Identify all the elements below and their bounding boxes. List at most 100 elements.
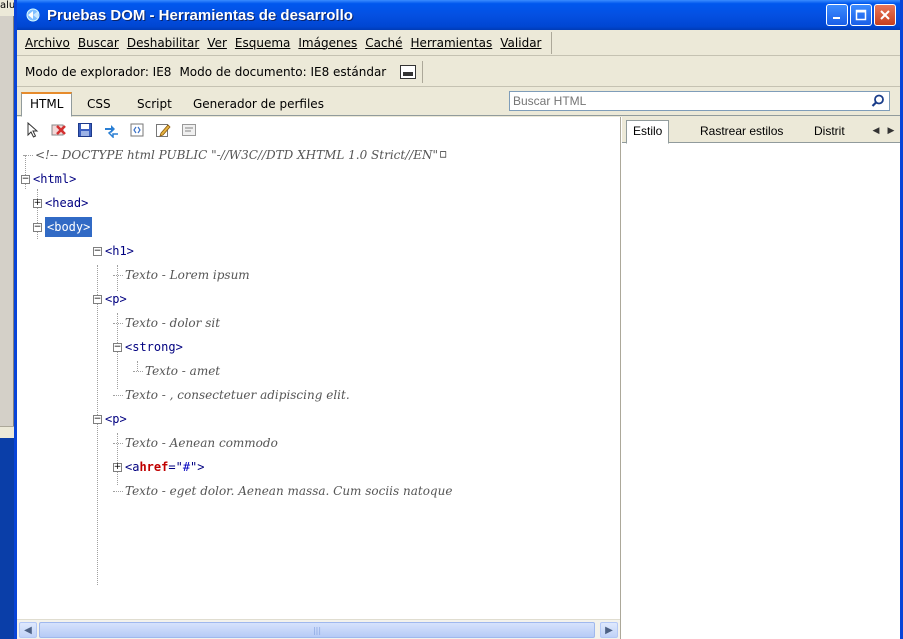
content-area: <!-- DOCTYPE html PUBLIC "-//W3C//DTD XH… — [17, 117, 900, 639]
search-input[interactable] — [510, 92, 850, 110]
title-bar[interactable]: Pruebas DOM - Herramientas de desarrollo — [17, 0, 900, 30]
clear-outline-icon[interactable] — [51, 122, 67, 138]
element-source-icon[interactable] — [129, 122, 145, 138]
tree-node-p2-text1[interactable]: Texto - Aenean commodo — [113, 433, 278, 453]
edit-icon[interactable] — [155, 122, 171, 138]
collapse-icon[interactable]: − — [21, 174, 30, 184]
tag-h1: <h1> — [105, 244, 134, 258]
scroll-right-icon[interactable]: ▶ — [600, 622, 618, 638]
attr-equals: =" — [168, 460, 183, 474]
collapse-icon[interactable]: − — [33, 222, 42, 232]
tree-node-strong-text[interactable]: Texto - amet — [133, 361, 220, 381]
close-icon — [880, 10, 890, 20]
expand-icon[interactable]: + — [33, 198, 42, 208]
collapse-icon[interactable]: − — [113, 342, 122, 352]
tree-node-head[interactable]: + <head> — [33, 193, 88, 213]
mode-separator — [422, 60, 424, 83]
collapse-icon[interactable]: − — [93, 294, 102, 304]
dom-tree: <!-- DOCTYPE html PUBLIC "-//W3C//DTD XH… — [17, 145, 620, 617]
document-mode-menu[interactable]: Modo de documento: IE8 estándar — [175, 65, 390, 79]
scroll-thumb[interactable]: ||| — [39, 622, 595, 638]
menu-separator — [551, 31, 553, 54]
tab-bar: HTML CSS Script Generador de perfiles — [17, 88, 900, 117]
maximize-button[interactable] — [850, 4, 872, 26]
ie-devtools-icon — [25, 7, 41, 23]
minimize-button[interactable] — [826, 4, 848, 26]
menu-ver[interactable]: Ver — [203, 36, 231, 50]
select-element-icon[interactable] — [25, 122, 41, 138]
minimize-icon — [833, 17, 840, 19]
tree-node-h1[interactable]: − <h1> — [93, 241, 134, 261]
truncation-box-icon: □ — [440, 149, 447, 160]
menu-bar: Archivo Buscar Deshabilitar Ver Esquema … — [17, 30, 900, 56]
horizontal-scrollbar[interactable]: ◀ ||| ▶ — [17, 619, 620, 639]
tag-html: <html> — [33, 172, 77, 186]
menu-imagenes[interactable]: Imágenes — [294, 36, 361, 50]
menu-buscar[interactable]: Buscar — [74, 36, 123, 50]
tag-a-open: <a — [125, 460, 140, 474]
menu-cache[interactable]: Caché — [361, 36, 406, 50]
text-node: Texto - Lorem ipsum — [125, 268, 250, 282]
tag-p: <p> — [105, 412, 127, 426]
style-tab-bar: Estilo Rastrear estilos Distrit ◀ ▶ — [622, 117, 900, 144]
tag-strong: <strong> — [125, 340, 183, 354]
tree-node-html[interactable]: − <html> — [21, 169, 76, 189]
tab-scroll-right-icon[interactable]: ▶ — [884, 124, 898, 138]
word-wrap-icon[interactable] — [181, 122, 197, 138]
dom-tree-pane: <!-- DOCTYPE html PUBLIC "-//W3C//DTD XH… — [17, 117, 621, 639]
collapse-icon[interactable]: − — [93, 246, 102, 256]
tree-node-doctype[interactable]: <!-- DOCTYPE html PUBLIC "-//W3C//DTD XH… — [23, 145, 446, 165]
tab-scroll-left-icon[interactable]: ◀ — [869, 124, 883, 138]
expand-icon[interactable]: + — [113, 462, 122, 472]
tab-distribucion[interactable]: Distrit — [808, 121, 851, 143]
tree-node-p2[interactable]: − <p> — [93, 409, 127, 429]
attr-value: # — [182, 460, 191, 474]
minimize-pane-icon[interactable] — [400, 64, 417, 79]
tree-node-h1-text[interactable]: Texto - Lorem ipsum — [113, 265, 250, 285]
menu-archivo[interactable]: Archivo — [21, 36, 74, 50]
tree-node-p1[interactable]: − <p> — [93, 289, 127, 309]
tree-node-body[interactable]: − <body> — [33, 217, 93, 237]
text-node: Texto - eget dolor. Aenean massa. Cum so… — [125, 484, 453, 498]
close-button[interactable] — [874, 4, 896, 26]
html-toolbar — [17, 117, 620, 143]
tag-head: <head> — [45, 196, 89, 210]
text-node: Texto - dolor sit — [125, 316, 221, 330]
tag-p: <p> — [105, 292, 127, 306]
devtools-window: Pruebas DOM - Herramientas de desarrollo… — [14, 0, 903, 639]
text-node: Texto - amet — [145, 364, 221, 378]
menu-esquema[interactable]: Esquema — [231, 36, 294, 50]
search-box — [509, 91, 890, 111]
attr-href: href — [139, 460, 169, 474]
collapse-icon[interactable]: − — [93, 414, 102, 424]
tree-node-p1-text2[interactable]: Texto - , consectetuer adipiscing elit. — [113, 385, 350, 405]
tab-estilo[interactable]: Estilo — [626, 120, 670, 144]
tag-body-selected: <body> — [45, 217, 93, 237]
tree-node-p1-text1[interactable]: Texto - dolor sit — [113, 313, 220, 333]
doctype-comment: <!-- DOCTYPE html PUBLIC "-//W3C//DTD XH… — [35, 148, 439, 162]
search-icon[interactable] — [871, 94, 885, 108]
menu-deshabilitar[interactable]: Deshabilitar — [123, 36, 203, 50]
window-title: Pruebas DOM - Herramientas de desarrollo — [47, 6, 353, 24]
tab-script[interactable]: Script — [129, 94, 180, 116]
background-window-fragment: alu — [0, 0, 14, 16]
refresh-icon[interactable] — [103, 122, 119, 138]
tree-node-p2-text2[interactable]: Texto - eget dolor. Aenean massa. Cum so… — [113, 481, 452, 501]
browser-mode-menu[interactable]: Modo de explorador: IE8 — [21, 65, 175, 79]
background-window-blue — [0, 438, 14, 639]
scroll-left-icon[interactable]: ◀ — [19, 622, 37, 638]
save-icon[interactable] — [77, 122, 93, 138]
tab-html[interactable]: HTML — [21, 92, 73, 117]
tab-css[interactable]: CSS — [79, 94, 119, 116]
text-node: Texto - , consectetuer adipiscing elit. — [125, 388, 350, 402]
tab-rastrear-estilos[interactable]: Rastrear estilos — [694, 121, 789, 143]
mode-bar: Modo de explorador: IE8 Modo de document… — [17, 57, 900, 87]
maximize-icon — [855, 9, 867, 21]
tab-profiler[interactable]: Generador de perfiles — [185, 94, 332, 116]
menu-validar[interactable]: Validar — [496, 36, 545, 50]
style-pane: Estilo Rastrear estilos Distrit ◀ ▶ — [622, 117, 900, 639]
tag-a-close: "> — [190, 460, 205, 474]
tree-node-strong[interactable]: − <strong> — [113, 337, 183, 357]
tree-node-a[interactable]: + <a href =" # "> — [113, 457, 205, 477]
menu-herramientas[interactable]: Herramientas — [407, 36, 497, 50]
